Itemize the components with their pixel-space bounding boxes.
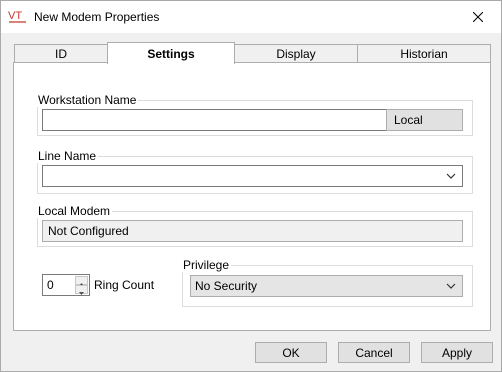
workstation-label: Workstation Name <box>36 93 139 107</box>
ring-count-stepper[interactable]: 0 <box>42 274 90 296</box>
chevron-down-small-icon <box>79 292 84 295</box>
close-icon <box>473 12 483 22</box>
tab-id[interactable]: ID <box>14 44 108 63</box>
title-bar: VT New Modem Properties <box>1 1 501 33</box>
chevron-down-icon <box>446 173 456 179</box>
close-button[interactable] <box>455 1 501 33</box>
tab-historian[interactable]: Historian <box>357 44 491 63</box>
stepper-buttons <box>75 276 88 295</box>
privilege-dropdown[interactable]: No Security <box>190 275 463 297</box>
ring-count-value: 0 <box>47 278 54 292</box>
window-title: New Modem Properties <box>34 10 160 24</box>
tab-settings[interactable]: Settings <box>107 42 235 64</box>
local-button[interactable]: Local <box>386 109 463 131</box>
line-name-label: Line Name <box>36 149 99 163</box>
cancel-button[interactable]: Cancel <box>338 342 410 363</box>
privilege-value: No Security <box>195 279 258 293</box>
tab-display[interactable]: Display <box>234 44 358 63</box>
chevron-down-icon <box>446 283 456 289</box>
svg-text:VT: VT <box>8 10 22 22</box>
local-modem-label: Local Modem <box>36 204 113 218</box>
line-name-dropdown[interactable] <box>42 165 463 187</box>
stepper-up-button[interactable] <box>75 276 88 286</box>
ring-count-label: Ring Count <box>94 278 155 292</box>
local-modem-field: Not Configured <box>42 220 463 242</box>
dialog-window: VT New Modem Properties ID Settings Disp… <box>0 0 502 372</box>
privilege-label: Privilege <box>181 258 232 272</box>
ok-button[interactable]: OK <box>255 342 327 363</box>
tab-strip: ID Settings Display Historian <box>13 42 491 64</box>
stepper-down-button[interactable] <box>75 285 88 295</box>
vtscada-logo-icon: VT <box>8 10 26 23</box>
workstation-name-input[interactable] <box>42 109 387 131</box>
apply-button[interactable]: Apply <box>421 342 493 363</box>
